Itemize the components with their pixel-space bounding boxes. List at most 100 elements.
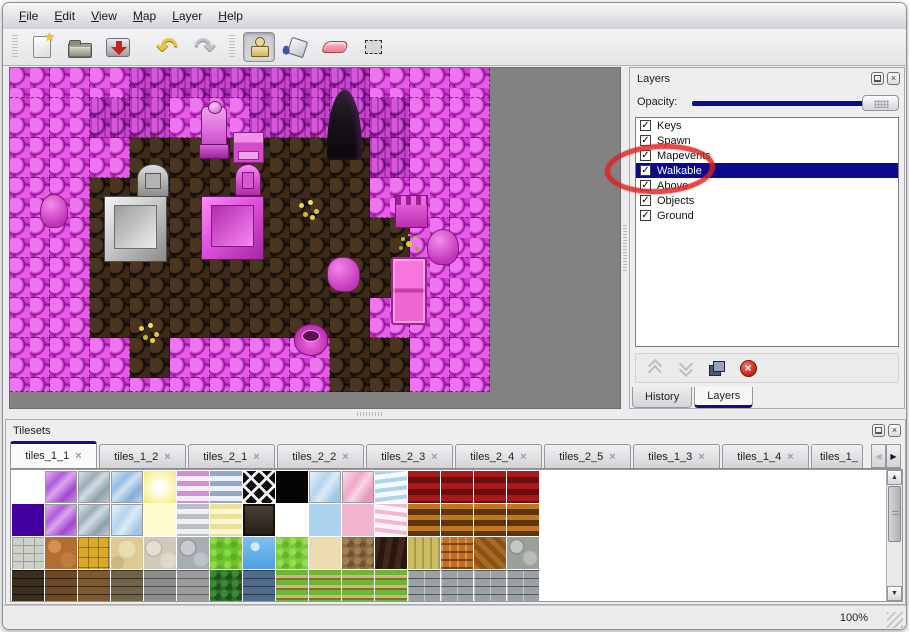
tileset-tile-lattice[interactable]: [243, 471, 275, 503]
tab-close-icon[interactable]: ×: [520, 451, 526, 462]
tileset-tile-slab-gray[interactable]: [12, 537, 44, 569]
tileset-tile-cobble-gray[interactable]: [177, 537, 209, 569]
lower-layer-button[interactable]: [675, 357, 697, 379]
layer-visibility-checkbox[interactable]: ✓: [640, 120, 651, 131]
map-tile[interactable]: [450, 68, 490, 98]
layer-row-spawn[interactable]: ✓ Spawn: [636, 133, 898, 148]
tileset-tab-tiles_2_5[interactable]: tiles_2_5 ×: [544, 444, 631, 468]
map-tile[interactable]: [250, 298, 290, 338]
tileset-tile-purple[interactable]: [12, 504, 44, 536]
tab-close-icon[interactable]: ×: [342, 451, 348, 462]
map-tile[interactable]: [410, 338, 450, 378]
tab-close-icon[interactable]: ×: [787, 451, 793, 462]
map-tile[interactable]: [370, 338, 410, 378]
tileset-tile-black[interactable]: [276, 471, 308, 503]
tileset-tile-stripes-yellow[interactable]: [210, 504, 242, 536]
layer-visibility-checkbox[interactable]: ✓: [640, 135, 651, 146]
tileset-tile-glass-blue[interactable]: [111, 471, 143, 503]
save-button[interactable]: [102, 32, 134, 62]
map-tile[interactable]: [90, 98, 130, 138]
tileset-tile-sand[interactable]: [309, 537, 341, 569]
map-tile[interactable]: [250, 68, 290, 98]
tileset-tile-glow-yellow[interactable]: [144, 471, 176, 503]
map-tile[interactable]: [250, 378, 290, 392]
menu-file[interactable]: File: [11, 6, 46, 26]
map-tile[interactable]: [90, 338, 130, 378]
tileset-tab-tiles_1[interactable]: tiles_1_×: [811, 444, 863, 468]
tileset-tile-stripes-blue[interactable]: [210, 471, 242, 503]
layers-panel-close-button[interactable]: ×: [887, 72, 900, 85]
tileset-tile-hedge[interactable]: [210, 570, 242, 601]
scrollbar-thumb[interactable]: [888, 486, 901, 542]
tileset-tile-brick-blue[interactable]: [243, 570, 275, 601]
map-tile[interactable]: [90, 68, 130, 98]
tabs-scroll-left-button[interactable]: ◀: [871, 444, 886, 468]
map-tile[interactable]: [50, 138, 90, 178]
delete-layer-button[interactable]: [737, 357, 759, 379]
tileset-tile-carpet-brown[interactable]: [408, 504, 440, 536]
redo-button[interactable]: ↷: [189, 32, 221, 62]
stamp-button[interactable]: [243, 32, 275, 62]
tileset-tile-wall-gray[interactable]: [441, 570, 473, 601]
map-tile[interactable]: [450, 98, 490, 138]
scroll-up-button[interactable]: ▲: [887, 470, 902, 485]
opacity-slider[interactable]: [690, 92, 899, 114]
eraser-button[interactable]: [319, 32, 351, 62]
tileset-tile-wall-gray[interactable]: [408, 570, 440, 601]
tileset-tab-tiles_2_4[interactable]: tiles_2_4 ×: [455, 444, 542, 468]
map-tile[interactable]: [210, 338, 250, 378]
tileset-tile-pink-solid[interactable]: [342, 504, 374, 536]
tileset-tile-blue-solid[interactable]: [309, 504, 341, 536]
tileset-tile-brick-gray2[interactable]: [177, 570, 209, 601]
tileset-tile-carpet-brown[interactable]: [441, 504, 473, 536]
map-tile[interactable]: [450, 178, 490, 218]
toolbar-grip[interactable]: [12, 35, 18, 59]
map-tile[interactable]: [50, 298, 90, 338]
tileset-tile-cobble-light[interactable]: [144, 537, 176, 569]
tab-close-icon[interactable]: ×: [431, 451, 437, 462]
map-tile[interactable]: [250, 338, 290, 378]
tileset-tile-dirt[interactable]: [342, 537, 374, 569]
tilesets-panel-float-button[interactable]: [872, 424, 885, 437]
tileset-tile-stone-orange[interactable]: [45, 537, 77, 569]
tileset-tile-banner-pink[interactable]: [375, 504, 407, 536]
tileset-tile-grasspath[interactable]: [309, 570, 341, 601]
menu-map[interactable]: Map: [125, 6, 164, 26]
tileset-tile-brick-stone[interactable]: [111, 570, 143, 601]
tileset-tile-grass[interactable]: [210, 537, 242, 569]
map-tile[interactable]: [10, 378, 50, 392]
map-tile[interactable]: [10, 68, 50, 98]
tab-close-icon[interactable]: ×: [75, 451, 81, 462]
map-tile[interactable]: [130, 98, 170, 138]
tileset-tab-tiles_1_1[interactable]: tiles_1_1 ×: [10, 441, 97, 468]
map-tile[interactable]: [170, 258, 210, 298]
layer-visibility-checkbox[interactable]: ✓: [640, 150, 651, 161]
tileset-tile-logs[interactable]: [507, 537, 539, 569]
tileset-tile-grasspath[interactable]: [342, 570, 374, 601]
map-tile[interactable]: [170, 378, 210, 392]
map-tile[interactable]: [170, 68, 210, 98]
layers-panel-float-button[interactable]: [871, 72, 884, 85]
tileset-scrollbar[interactable]: ▲ ▼: [886, 470, 902, 601]
menu-help[interactable]: Help: [210, 6, 251, 26]
layer-visibility-checkbox[interactable]: ✓: [640, 195, 651, 206]
map-tile[interactable]: [290, 68, 330, 98]
tileset-tile-grass2[interactable]: [276, 537, 308, 569]
tileset-tile-glass-pink[interactable]: [342, 471, 374, 503]
new-file-button[interactable]: [26, 30, 58, 62]
tileset-tile-glass-gray[interactable]: [78, 504, 110, 536]
map-tile[interactable]: [170, 298, 210, 338]
map-tile[interactable]: [50, 338, 90, 378]
tileset-tile-bamboo[interactable]: [408, 537, 440, 569]
open-button[interactable]: [64, 32, 96, 62]
map-tile[interactable]: [330, 218, 370, 258]
map-tile[interactable]: [330, 378, 370, 392]
tileset-tile-carpet-red[interactable]: [474, 471, 506, 503]
layer-visibility-checkbox[interactable]: ✓: [640, 180, 651, 191]
menu-view[interactable]: View: [83, 6, 125, 26]
map-tile[interactable]: [290, 378, 330, 392]
map-tile[interactable]: [410, 68, 450, 98]
tab-close-icon[interactable]: ×: [698, 451, 704, 462]
map-tile[interactable]: [210, 68, 250, 98]
map-tile[interactable]: [330, 298, 370, 338]
